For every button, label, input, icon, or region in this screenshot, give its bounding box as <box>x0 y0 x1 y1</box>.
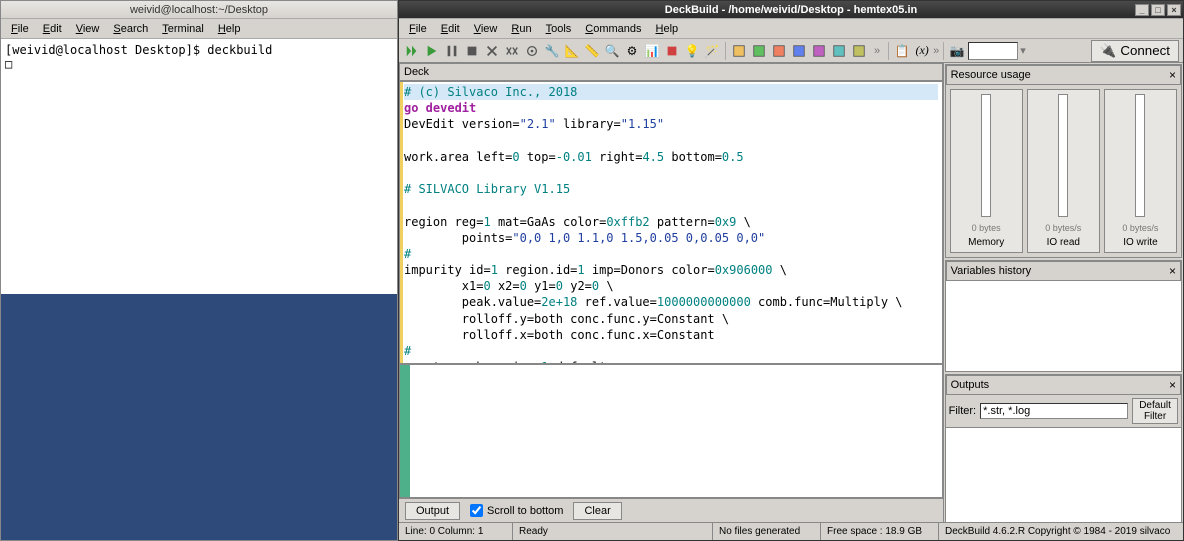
meter: 0 bytesMemory <box>950 89 1023 253</box>
panel1-icon[interactable] <box>730 42 748 60</box>
tool-wand-icon[interactable]: 🪄 <box>703 42 721 60</box>
term-cursor: □ <box>5 57 12 71</box>
terminal-titlebar: weivid@localhost:~/Desktop <box>1 1 397 19</box>
term-command: deckbuild <box>207 43 272 57</box>
play-icon[interactable] <box>423 42 441 60</box>
menu-view[interactable]: View <box>468 21 504 37</box>
resource-title: Resource usage <box>951 69 1031 81</box>
variables-title: Variables history <box>951 265 1032 277</box>
minimize-button[interactable]: _ <box>1135 4 1149 16</box>
connect-host-input[interactable] <box>968 42 1018 60</box>
target-icon[interactable] <box>523 42 541 60</box>
deckbuild-window: DeckBuild - /home/weivid/Desktop - hemte… <box>398 0 1184 541</box>
resource-close-icon[interactable]: × <box>1169 68 1176 82</box>
tool-red-icon[interactable] <box>663 42 681 60</box>
connect-button[interactable]: 🔌 Connect <box>1091 40 1179 62</box>
status-position: Line: 0 Column: 1 <box>399 523 513 540</box>
term-menu-help[interactable]: Help <box>212 21 247 37</box>
status-files: No files generated <box>713 523 821 540</box>
deck-header: Deck <box>399 63 943 81</box>
tool5-icon[interactable]: ⚙ <box>623 42 641 60</box>
terminal-body[interactable]: [weivid@localhost Desktop]$ deckbuild □ <box>1 39 397 294</box>
output-area[interactable] <box>399 364 943 498</box>
tool2-icon[interactable]: 📐 <box>563 42 581 60</box>
main-title: DeckBuild - /home/weivid/Desktop - hemte… <box>665 4 917 16</box>
output-footer: Output Scroll to bottom Clear <box>399 498 943 522</box>
meter: 0 bytes/sIO write <box>1104 89 1177 253</box>
meter: 0 bytes/sIO read <box>1027 89 1100 253</box>
menu-run[interactable]: Run <box>505 21 537 37</box>
variables-body[interactable] <box>946 281 1181 371</box>
status-version: DeckBuild 4.6.2.R Copyright © 1984 - 201… <box>939 523 1183 540</box>
panel4-icon[interactable] <box>790 42 808 60</box>
clear-button[interactable]: Clear <box>573 502 621 520</box>
term-prompt: [weivid@localhost Desktop]$ <box>5 43 207 57</box>
status-state: Ready <box>513 523 713 540</box>
outputs-close-icon[interactable]: × <box>1169 378 1176 392</box>
outputs-panel: Outputs × Filter: Default Filter <box>945 374 1182 522</box>
terminal-title: weivid@localhost:~/Desktop <box>130 4 268 16</box>
tool1-icon[interactable]: 🔧 <box>543 42 561 60</box>
copy-icon[interactable]: 📋 <box>893 42 911 60</box>
default-filter-button[interactable]: Default Filter <box>1132 398 1178 424</box>
filter-label: Filter: <box>949 405 977 417</box>
xx-icon[interactable] <box>503 42 521 60</box>
variables-panel: Variables history × <box>945 260 1182 372</box>
menu-commands[interactable]: Commands <box>579 21 647 37</box>
maximize-button[interactable]: □ <box>1151 4 1165 16</box>
toolbar-overflow2-icon[interactable]: » <box>933 45 939 57</box>
term-menu-terminal[interactable]: Terminal <box>156 21 210 37</box>
tool3-icon[interactable]: 📏 <box>583 42 601 60</box>
camera-icon[interactable]: 📷 <box>948 42 966 60</box>
outputs-body[interactable] <box>946 428 1181 522</box>
panel3-icon[interactable] <box>770 42 788 60</box>
panel5-icon[interactable] <box>810 42 828 60</box>
tool6-icon[interactable]: 📊 <box>643 42 661 60</box>
scroll-bottom-checkbox[interactable]: Scroll to bottom <box>470 504 563 517</box>
panel7-icon[interactable] <box>850 42 868 60</box>
var-x-icon[interactable]: (x) <box>913 42 931 60</box>
desktop-background <box>1 294 397 541</box>
filter-input[interactable] <box>980 403 1128 419</box>
resource-panel: Resource usage× 0 bytesMemory0 bytes/sIO… <box>945 64 1182 258</box>
main-titlebar: DeckBuild - /home/weivid/Desktop - hemte… <box>399 1 1183 19</box>
term-menu-search[interactable]: Search <box>107 21 154 37</box>
code-editor[interactable]: # (c) Silvaco Inc., 2018go deveditDevEdi… <box>399 81 943 364</box>
close-button[interactable]: × <box>1167 4 1181 16</box>
run-step-icon[interactable] <box>403 42 421 60</box>
status-space: Free space : 18.9 GB <box>821 523 939 540</box>
status-bar: Line: 0 Column: 1 Ready No files generat… <box>399 522 1183 540</box>
menu-edit[interactable]: Edit <box>435 21 466 37</box>
toolbar-overflow-icon[interactable]: » <box>874 45 880 57</box>
menu-tools[interactable]: Tools <box>540 21 578 37</box>
main-toolbar: 🔧 📐 📏 🔍 ⚙ 📊 💡 🪄 » 📋 (x) » 📷 ▾ <box>399 39 1183 63</box>
term-menu-file[interactable]: File <box>5 21 35 37</box>
panel2-icon[interactable] <box>750 42 768 60</box>
term-menu-view[interactable]: View <box>70 21 106 37</box>
menu-help[interactable]: Help <box>650 21 685 37</box>
variables-close-icon[interactable]: × <box>1169 264 1176 278</box>
terminal-window: weivid@localhost:~/Desktop File Edit Vie… <box>0 0 398 541</box>
main-menubar: File Edit View Run Tools Commands Help <box>399 19 1183 39</box>
pause-icon[interactable] <box>443 42 461 60</box>
menu-file[interactable]: File <box>403 21 433 37</box>
output-button[interactable]: Output <box>405 502 460 520</box>
x-icon[interactable] <box>483 42 501 60</box>
tool4-icon[interactable]: 🔍 <box>603 42 621 60</box>
panel6-icon[interactable] <box>830 42 848 60</box>
tool-yellow-icon[interactable]: 💡 <box>683 42 701 60</box>
stop-icon[interactable] <box>463 42 481 60</box>
outputs-title: Outputs <box>951 379 990 391</box>
terminal-menubar: File Edit View Search Terminal Help <box>1 19 397 39</box>
term-menu-edit[interactable]: Edit <box>37 21 68 37</box>
